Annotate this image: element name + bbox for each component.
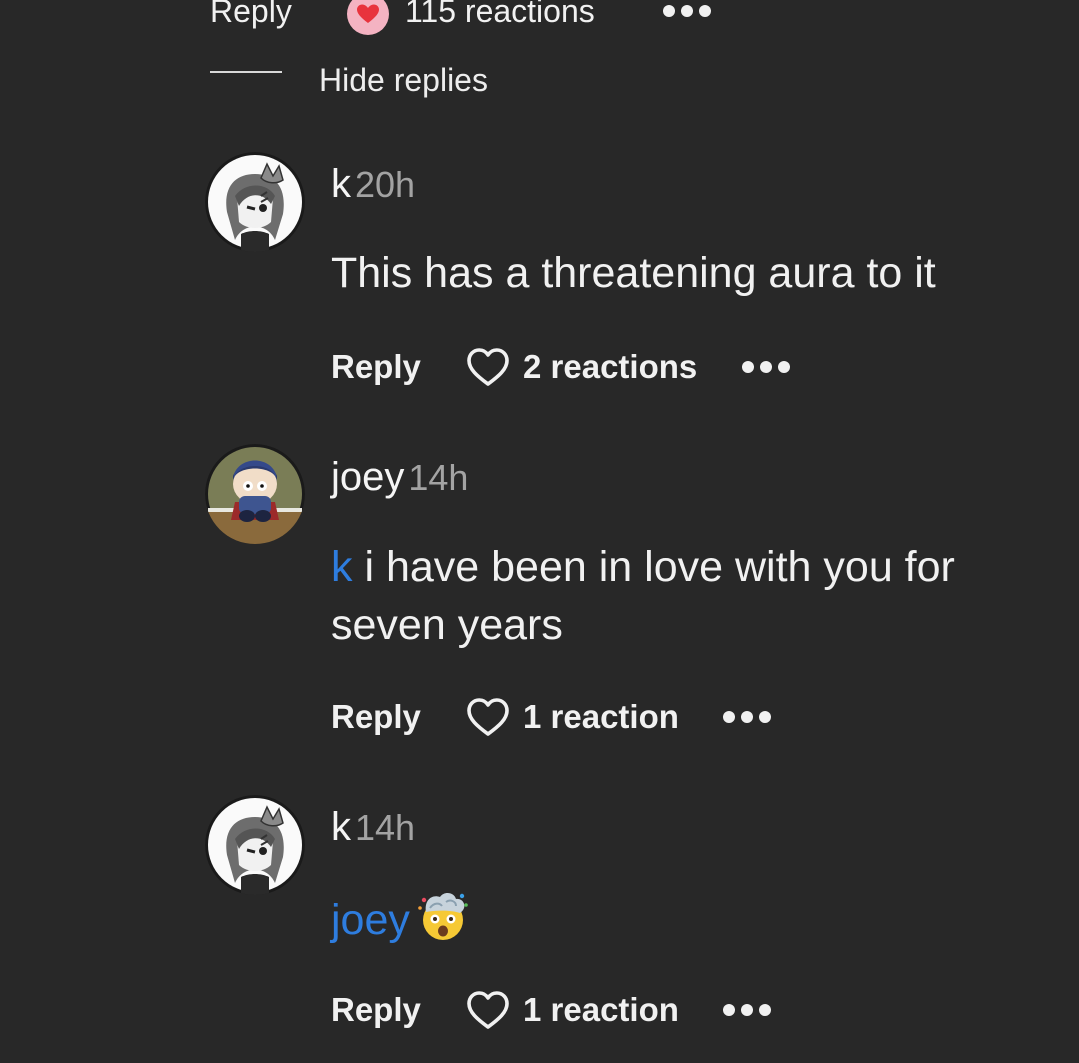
comment-header: joey 14h xyxy=(331,453,468,502)
comment-actions: Reply 2 reactions xyxy=(331,342,831,392)
heart-reaction-icon[interactable] xyxy=(346,0,390,36)
reply-button[interactable]: Reply xyxy=(210,0,292,31)
avatar[interactable] xyxy=(205,444,305,544)
timestamp: 14h xyxy=(355,807,416,848)
comment-header: k 20h xyxy=(331,160,415,209)
heart-outline-icon[interactable] xyxy=(465,345,511,389)
mention-link[interactable]: joey xyxy=(331,896,410,944)
exploding-head-emoji-icon xyxy=(416,888,470,942)
comment-header: k 14h xyxy=(331,803,415,852)
avatar[interactable] xyxy=(205,152,305,252)
more-options-icon[interactable] xyxy=(741,360,791,374)
heart-outline-icon[interactable] xyxy=(465,695,511,739)
reply-button[interactable]: Reply xyxy=(331,985,421,1035)
reaction-count[interactable]: 115 reactions xyxy=(405,0,595,31)
comment-body: i have been in love with you for seven y… xyxy=(331,543,955,649)
comment-actions: Reply 1 reaction xyxy=(331,985,831,1035)
reply-button[interactable]: Reply xyxy=(331,342,421,392)
comment-text: joey xyxy=(331,888,1051,949)
comment-text: This has a threatening aura to it xyxy=(331,249,936,297)
hide-replies-button[interactable]: Hide replies xyxy=(319,60,488,100)
reaction-count[interactable]: 2 reactions xyxy=(523,342,697,392)
timestamp: 14h xyxy=(408,457,469,498)
more-options-icon[interactable] xyxy=(662,4,712,18)
username[interactable]: joey xyxy=(331,455,404,499)
mention-link[interactable]: k xyxy=(331,543,353,591)
reaction-count[interactable]: 1 reaction xyxy=(523,985,679,1035)
heart-outline-icon[interactable] xyxy=(465,988,511,1032)
reply-button[interactable]: Reply xyxy=(331,692,421,742)
comment-text: k i have been in love with you for seven… xyxy=(331,538,1051,654)
avatar[interactable] xyxy=(205,795,305,895)
more-options-icon[interactable] xyxy=(722,710,772,724)
username[interactable]: k xyxy=(331,162,351,206)
reaction-count[interactable]: 1 reaction xyxy=(523,692,679,742)
username[interactable]: k xyxy=(331,805,351,849)
timestamp: 20h xyxy=(355,164,416,205)
hide-replies-divider xyxy=(210,71,282,73)
comment-actions: Reply 1 reaction xyxy=(331,692,831,742)
more-options-icon[interactable] xyxy=(722,1003,772,1017)
